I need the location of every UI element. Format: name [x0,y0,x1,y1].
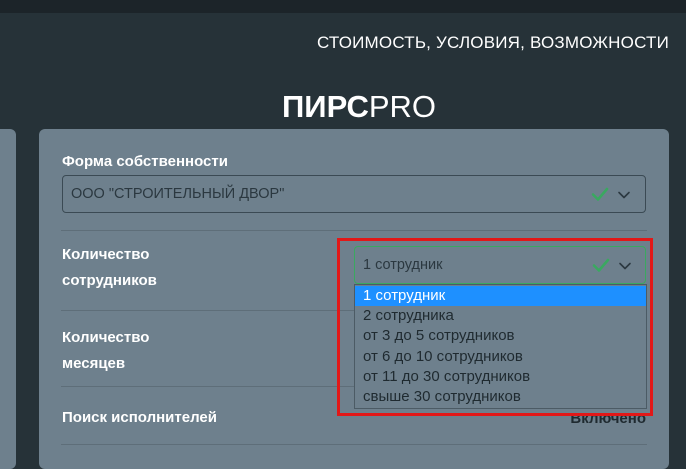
months-label-line2: месяцев [62,355,126,372]
employees-option[interactable]: от 11 до 30 сотрудников [355,367,646,387]
employees-option[interactable]: от 3 до 5 сотрудников [355,326,646,346]
employees-label: Количество сотрудников [62,242,157,294]
logo-bold-text: ПИРС [282,89,369,124]
chevron-down-icon [619,262,631,270]
employees-option[interactable]: от 6 до 10 сотрудников [355,347,646,367]
employees-options-list[interactable]: 1 сотрудник 2 сотрудника от 3 до 5 сотру… [354,284,647,410]
employees-option[interactable]: 1 сотрудник [355,286,646,307]
ownership-select-value: ООО "СТРОИТЕЛЬНЫЙ ДВОР" [71,186,285,202]
employees-option[interactable]: 2 сотрудника [355,306,646,326]
divider [61,230,647,231]
employees-option[interactable]: свыше 30 сотрудников [355,387,646,407]
divider [61,444,647,445]
chevron-down-icon [618,191,630,199]
pricing-form-card: Форма собственности ООО "СТРОИТЕЛЬНЫЙ ДВ… [39,129,669,469]
check-icon [592,258,610,272]
employees-label-line2: сотрудников [62,272,157,289]
nav-link-pricing[interactable]: СТОИМОСТЬ, УСЛОВИЯ, ВОЗМОЖНОСТИ [317,33,669,53]
adjacent-card [0,129,16,469]
ownership-label: Форма собственности [62,153,228,170]
logo[interactable]: ПИРСPRO [282,89,436,125]
ownership-select[interactable]: ООО "СТРОИТЕЛЬНЫЙ ДВОР" [62,175,646,213]
check-icon [591,187,609,201]
search-label: Поиск исполнителей [62,409,217,426]
logo-light-text: PRO [368,89,437,124]
months-label-line1: Количество [62,329,150,346]
search-status-value: Включено [570,410,646,427]
employees-select-value: 1 сотрудник [363,257,443,273]
employees-label-line1: Количество [62,246,150,263]
months-label: Количество месяцев [62,325,149,377]
top-bar [0,0,686,13]
employees-select[interactable]: 1 сотрудник [354,246,646,284]
